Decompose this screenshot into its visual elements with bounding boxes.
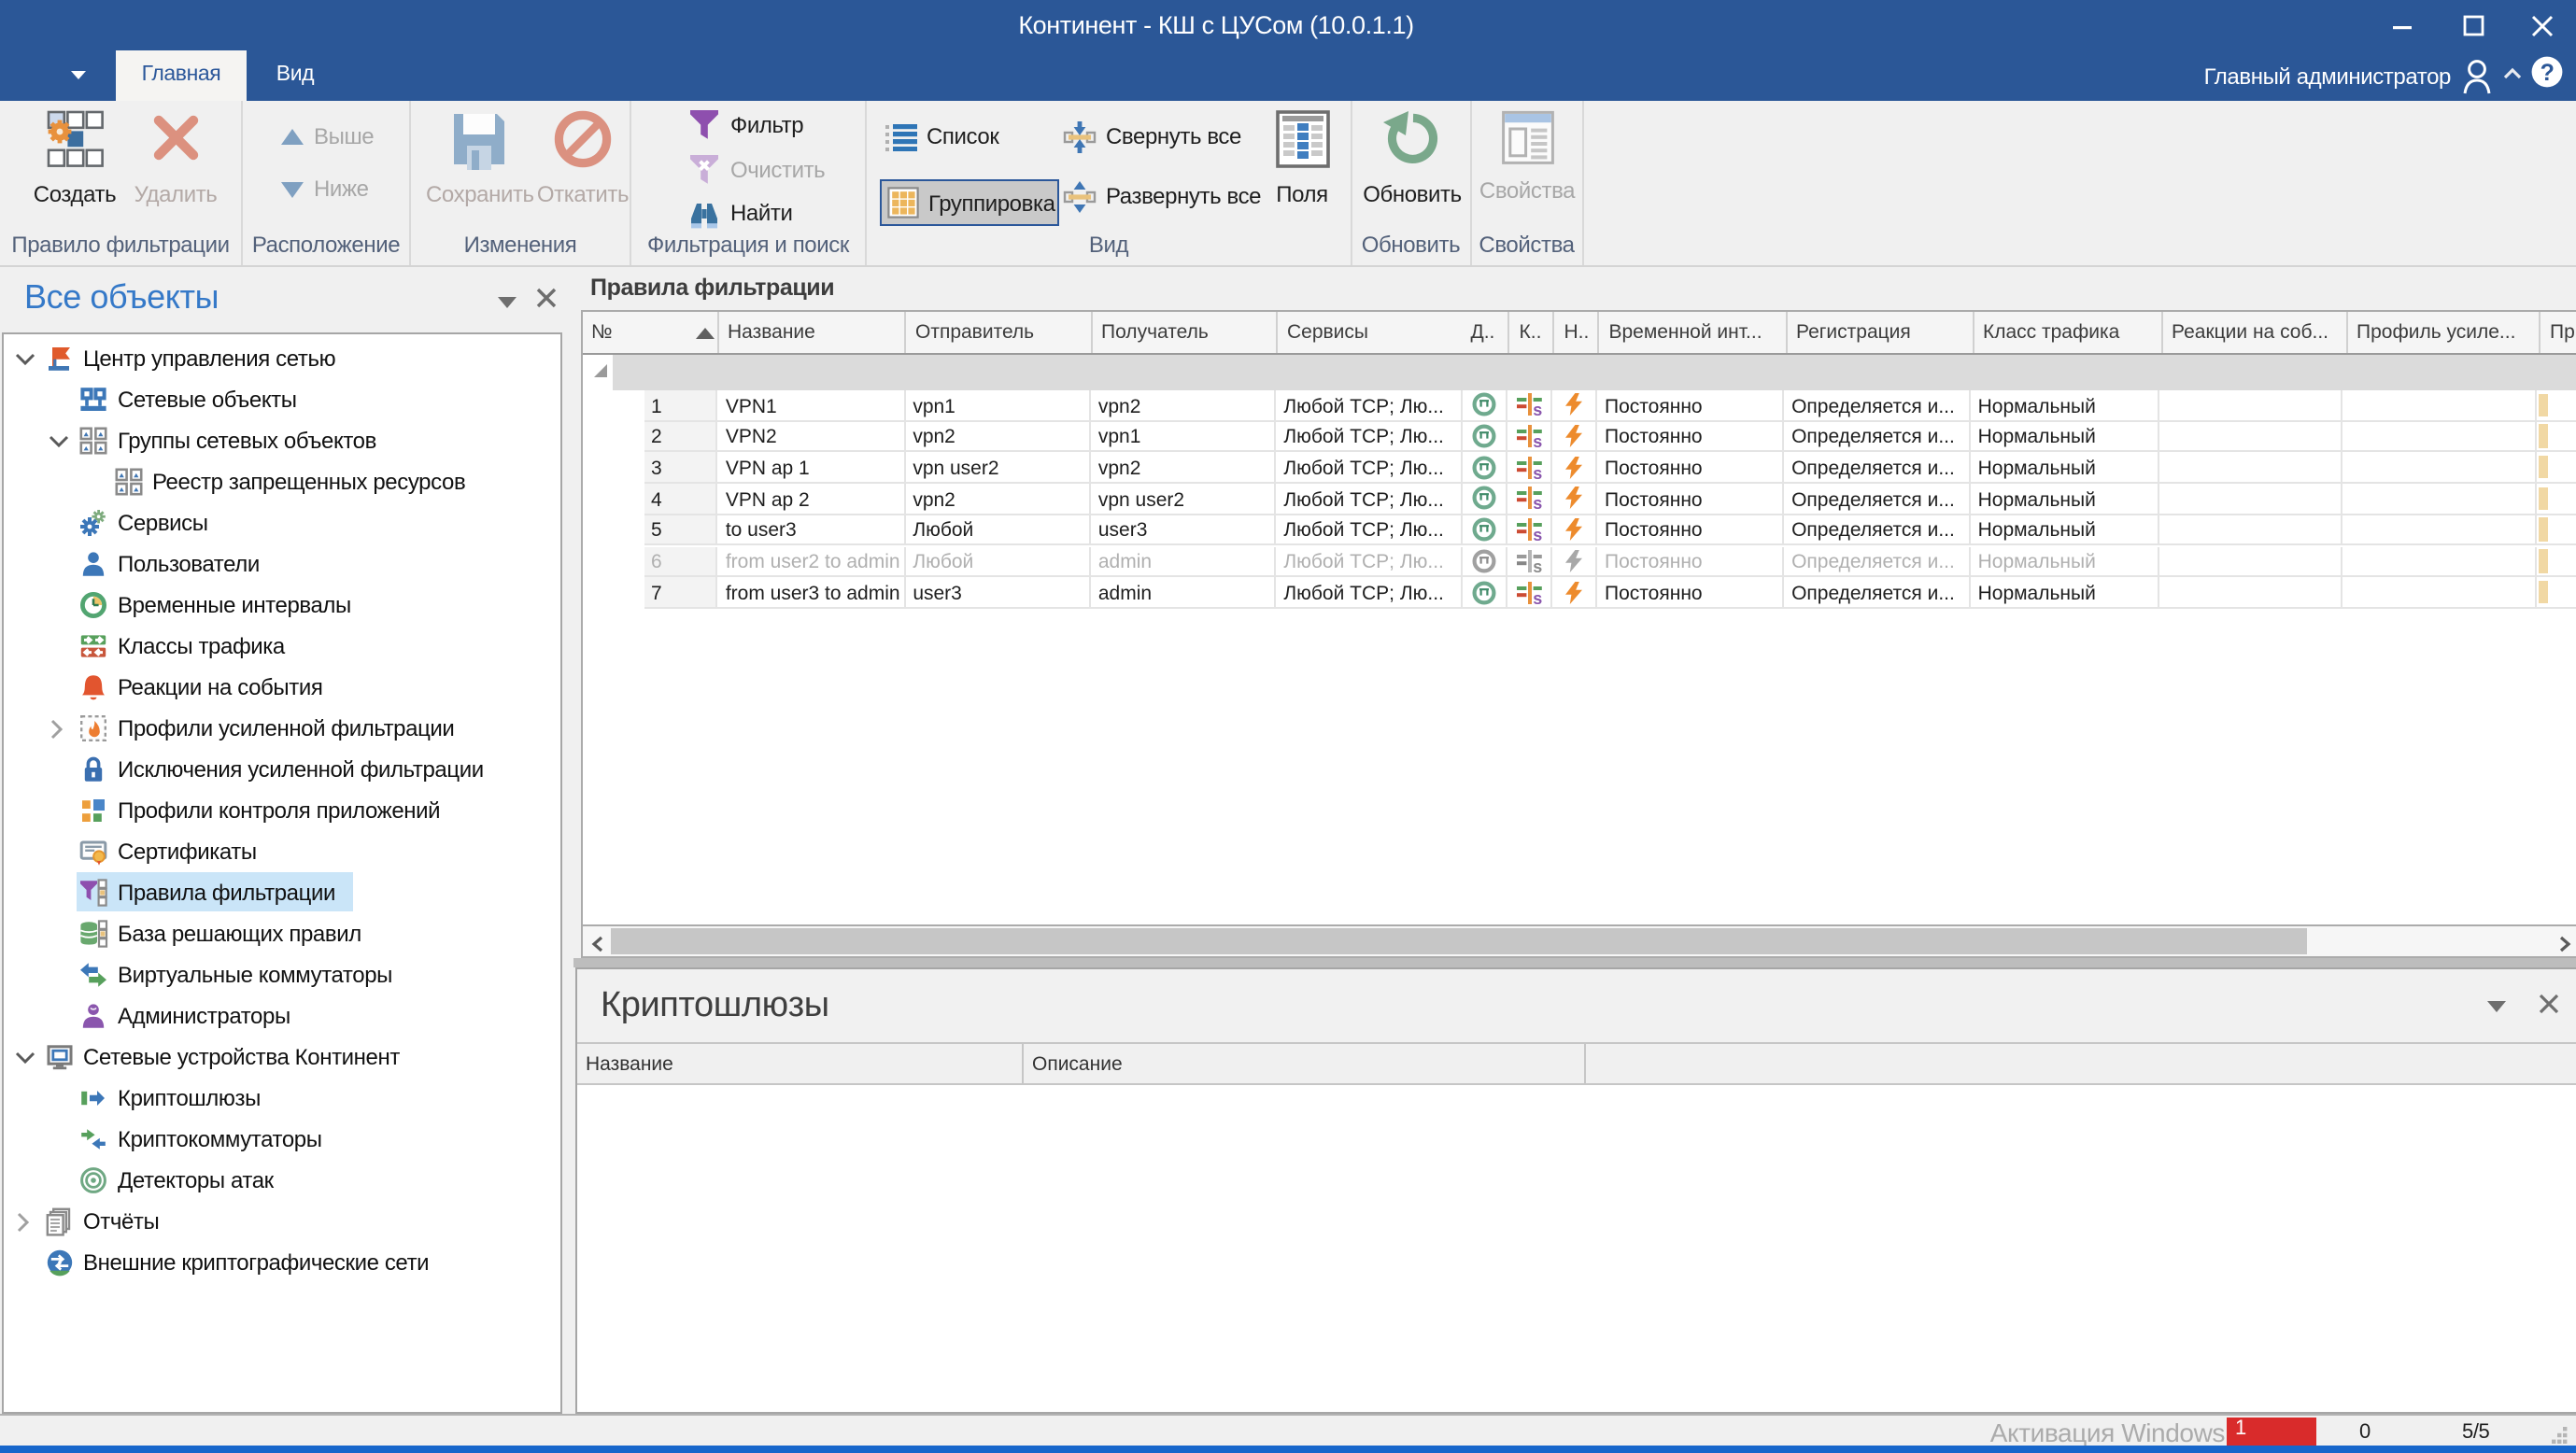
svg-text:s: s: [1532, 557, 1541, 573]
svg-text:s: s: [1532, 526, 1541, 542]
svg-text:s: s: [1532, 402, 1541, 417]
svg-text:s: s: [1532, 432, 1541, 448]
svg-text:s: s: [1532, 588, 1541, 604]
svg-text:?: ?: [2541, 59, 2555, 85]
svg-text:s: s: [1532, 495, 1541, 511]
svg-text:s: s: [1532, 464, 1541, 480]
